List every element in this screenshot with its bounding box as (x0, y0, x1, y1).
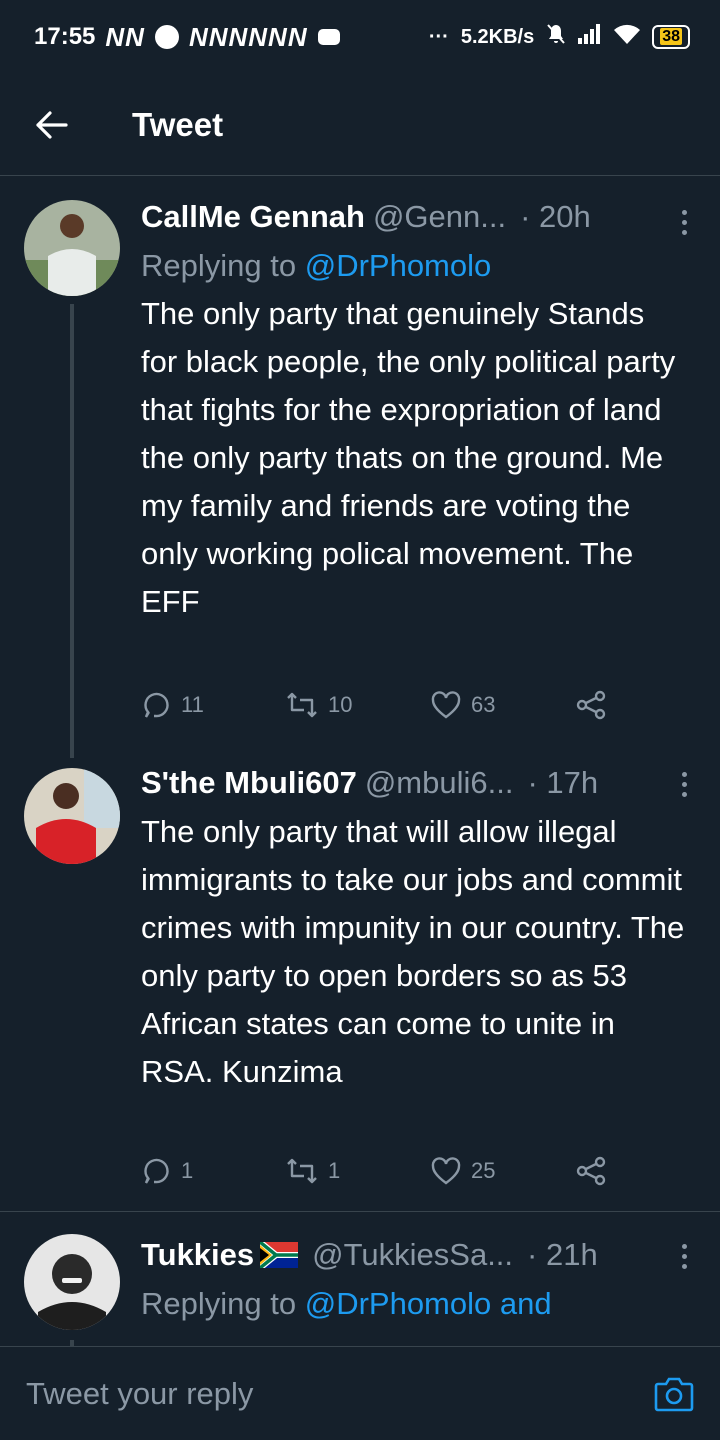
camera-icon (654, 1377, 694, 1411)
reply-icon (144, 692, 169, 718)
mute-bell-icon (546, 23, 566, 51)
heart-icon (431, 691, 461, 719)
like-button[interactable]: 63 (431, 691, 576, 719)
replying-to-label: Replying to (141, 248, 305, 283)
like-count: 63 (471, 692, 496, 717)
back-arrow-icon (36, 110, 68, 139)
reply-input[interactable] (24, 1374, 588, 1413)
tweet-time: · 21h (527, 1237, 598, 1272)
more-options-icon[interactable] (674, 764, 694, 804)
retweet-button[interactable]: 1 (286, 1158, 431, 1184)
tweet-2[interactable]: S'the Mbuli607 @mbuli6... · 17h The only… (0, 740, 720, 1210)
author-name[interactable]: S'the Mbuli607 (141, 765, 357, 801)
tweet-content: S'the Mbuli607 @mbuli6... · 17h The only… (141, 758, 686, 1096)
back-button[interactable] (24, 97, 80, 153)
retweet-count: 1 (328, 1158, 341, 1183)
retweet-icon (287, 692, 317, 718)
share-icon (576, 1156, 606, 1186)
author-handle[interactable]: @Genn... (373, 199, 506, 235)
status-bar-left: 17:55 NN NNNNNN (34, 22, 340, 53)
tweet-text: The only party that genuinely Stands for… (141, 296, 676, 619)
author-handle[interactable]: @mbuli6... (365, 765, 514, 801)
replying-to-label: Replying to (141, 1286, 305, 1321)
notification-glyphs: NN (105, 21, 145, 52)
like-count: 25 (471, 1158, 496, 1183)
author-name[interactable]: CallMe Gennah (141, 199, 365, 235)
more-notifications-icon: ··· (428, 25, 449, 48)
share-button[interactable] (576, 1156, 720, 1186)
tweet-time: · 20h (520, 199, 591, 234)
reply-bar (0, 1346, 720, 1440)
tweet-text: The only party that will allow illegal i… (141, 814, 685, 1089)
tweet-actions: 1 1 25 (141, 1156, 720, 1186)
battery-level: 38 (660, 28, 682, 45)
wifi-icon (614, 24, 641, 50)
tweet-header: S'the Mbuli607 @mbuli6... · 17h (141, 758, 686, 808)
more-options-icon[interactable] (674, 1236, 694, 1276)
reply-count: 11 (181, 692, 204, 717)
video-notification-icon (317, 29, 340, 45)
status-time: 17:55 (34, 23, 96, 50)
app-notification-icon (154, 25, 179, 49)
reply-icon (144, 1158, 169, 1184)
status-bar: 17:55 NN NNNNNN ··· 5.2KB/s 38 (0, 0, 720, 74)
status-bar-right: ··· 5.2KB/s 38 (429, 23, 690, 51)
share-icon (576, 690, 606, 720)
mention-link[interactable]: @DrPhomolo (305, 248, 492, 283)
thread-line (70, 304, 74, 758)
battery-icon: 38 (652, 25, 690, 49)
reply-button[interactable]: 11 (141, 690, 286, 720)
tweet-actions: 11 10 63 (141, 690, 720, 720)
avatar[interactable] (24, 200, 120, 296)
south-africa-flag-icon (260, 1242, 299, 1268)
tweet-header: Tukkies @TukkiesSa... · 21h (141, 1230, 686, 1280)
avatar[interactable] (24, 1234, 120, 1330)
tweet-1[interactable]: CallMe Gennah @Genn... · 20h Replying to… (0, 180, 720, 758)
author-name[interactable]: Tukkies (141, 1237, 254, 1273)
reply-count: 1 (181, 1158, 194, 1183)
net-speed: 5.2KB/s (460, 25, 535, 48)
page-title: Tweet (132, 105, 224, 143)
retweet-button[interactable]: 10 (286, 692, 431, 718)
tweet-content: CallMe Gennah @Genn... · 20h Replying to… (141, 192, 686, 626)
replying-to: Replying to @DrPhomolo (141, 242, 686, 290)
more-options-icon[interactable] (674, 202, 694, 242)
heart-icon (431, 1157, 461, 1185)
mention-link[interactable]: @DrPhomolo and (305, 1286, 552, 1321)
camera-button[interactable] (652, 1372, 696, 1416)
signal-icon (578, 24, 602, 50)
tweet-3[interactable]: Tukkies @TukkiesSa... · 21h Replying to … (0, 1212, 720, 1346)
retweet-count: 10 (328, 692, 353, 717)
top-app-bar: Tweet (0, 74, 720, 176)
author-handle[interactable]: @TukkiesSa... (312, 1237, 513, 1273)
tweet-header: CallMe Gennah @Genn... · 20h (141, 192, 686, 242)
avatar[interactable] (24, 768, 120, 864)
share-button[interactable] (576, 690, 720, 720)
tweet-time: · 17h (527, 765, 599, 800)
retweet-icon (287, 1158, 317, 1184)
replying-to: Replying to @DrPhomolo and (141, 1280, 686, 1328)
notification-glyphs-2: NNNNNN (188, 21, 308, 52)
tweet-content: Tukkies @TukkiesSa... · 21h Replying to … (141, 1230, 686, 1328)
reply-button[interactable]: 1 (141, 1156, 286, 1186)
like-button[interactable]: 25 (431, 1157, 576, 1185)
